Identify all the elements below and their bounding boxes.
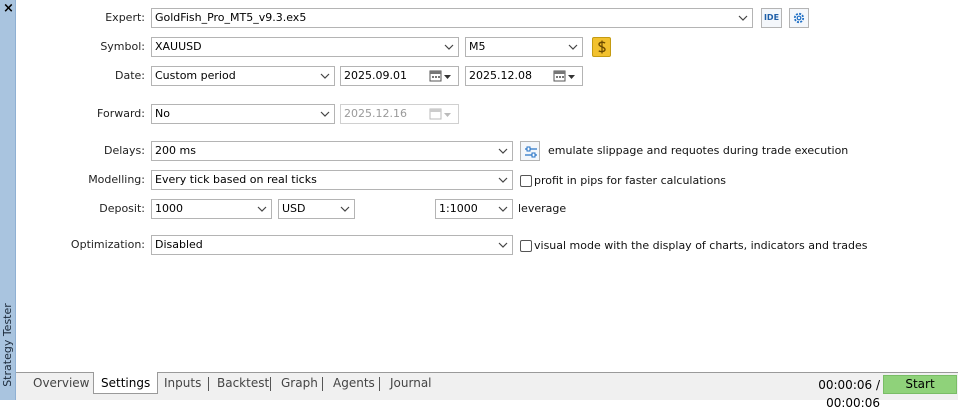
expert-select[interactable]: GoldFish_Pro_MT5_v9.3.ex5 <box>151 8 753 28</box>
chevron-down-icon <box>568 44 578 50</box>
modelling-select[interactable]: Every tick based on real ticks <box>151 170 513 190</box>
forward-value: No <box>155 107 170 120</box>
date-to-value: 2025.12.08 <box>469 69 532 82</box>
calendar-icon[interactable] <box>429 70 453 83</box>
timeframe-select[interactable]: M5 <box>465 37 583 57</box>
tab-graph[interactable]: Graph <box>274 374 325 394</box>
tab-overview[interactable]: Overview <box>26 374 97 394</box>
symbol-label: Symbol: <box>100 40 145 53</box>
optimization-label: Optimization: <box>70 238 145 251</box>
delays-select[interactable]: 200 ms <box>151 141 513 161</box>
forward-select[interactable]: No <box>151 104 335 124</box>
delays-settings-button[interactable] <box>520 141 540 161</box>
timeframe-value: M5 <box>469 40 486 53</box>
chevron-down-icon <box>444 44 454 50</box>
optimization-value: Disabled <box>155 238 203 251</box>
expert-label: Expert: <box>105 11 145 24</box>
tab-journal[interactable]: Journal <box>383 374 439 394</box>
forward-date-value: 2025.12.16 <box>344 107 407 120</box>
visual-mode-checkbox[interactable] <box>520 240 532 252</box>
chevron-down-icon <box>320 111 330 117</box>
chevron-down-icon <box>498 242 508 248</box>
leverage-value: 1:1000 <box>439 202 478 215</box>
date-mode-select[interactable]: Custom period <box>151 66 335 86</box>
chevron-down-icon <box>498 206 508 212</box>
leverage-label: leverage <box>518 202 567 215</box>
date-label: Date: <box>115 69 145 82</box>
tab-inputs[interactable]: Inputs <box>157 374 208 394</box>
symbol-value: XAUUSD <box>155 40 202 53</box>
calendar-icon <box>429 108 453 121</box>
date-mode-value: Custom period <box>155 69 236 82</box>
modelling-value: Every tick based on real ticks <box>155 173 317 186</box>
deposit-amount-select[interactable]: 1000 <box>151 199 272 219</box>
deposit-amount-value: 1000 <box>155 202 183 215</box>
forward-label: Forward: <box>97 107 145 120</box>
tab-separator <box>208 377 209 391</box>
chevron-down-icon <box>498 148 508 154</box>
delays-option-text: emulate slippage and requotes during tra… <box>548 144 849 157</box>
ide-button[interactable]: IDE <box>761 8 782 28</box>
chevron-down-icon <box>498 177 508 183</box>
sliders-icon <box>524 145 538 162</box>
chevron-down-icon <box>738 15 748 21</box>
visual-mode-label: visual mode with the display of charts, … <box>534 239 868 252</box>
date-to-field[interactable]: 2025.12.08 <box>465 66 583 86</box>
deposit-currency-value: USD <box>282 202 306 215</box>
tab-separator <box>379 377 380 391</box>
symbol-spec-button[interactable] <box>592 37 611 57</box>
elapsed-timer: 00:00:06 / 00:00:06 <box>818 378 880 410</box>
tab-agents[interactable]: Agents <box>326 374 382 394</box>
date-from-value: 2025.09.01 <box>344 69 407 82</box>
profit-in-pips-checkbox[interactable] <box>520 175 532 187</box>
chevron-down-icon <box>340 206 350 212</box>
expert-settings-button[interactable] <box>789 8 809 28</box>
deposit-label: Deposit: <box>99 202 145 215</box>
delays-label: Delays: <box>104 144 145 157</box>
tab-separator <box>322 377 323 391</box>
calendar-icon[interactable] <box>553 70 577 83</box>
deposit-currency-select[interactable]: USD <box>278 199 355 219</box>
tab-backtest[interactable]: Backtest <box>210 374 276 394</box>
profit-in-pips-label: profit in pips for faster calculations <box>534 174 727 187</box>
delays-value: 200 ms <box>155 144 196 157</box>
gear-icon <box>792 11 806 28</box>
chevron-down-icon <box>257 206 267 212</box>
modelling-label: Modelling: <box>88 173 145 186</box>
tab-settings[interactable]: Settings <box>93 372 159 394</box>
chevron-down-icon <box>320 73 330 79</box>
panel-title: Strategy Tester <box>1 303 14 387</box>
symbol-select[interactable]: XAUUSD <box>151 37 459 57</box>
dollar-icon <box>597 40 607 57</box>
tab-separator <box>270 377 271 391</box>
leverage-select[interactable]: 1:1000 <box>435 199 513 219</box>
expert-value: GoldFish_Pro_MT5_v9.3.ex5 <box>155 11 307 24</box>
start-button[interactable]: Start <box>883 375 957 394</box>
forward-date-field: 2025.12.16 <box>340 104 459 124</box>
optimization-select[interactable]: Disabled <box>151 235 513 255</box>
date-from-field[interactable]: 2025.09.01 <box>340 66 459 86</box>
